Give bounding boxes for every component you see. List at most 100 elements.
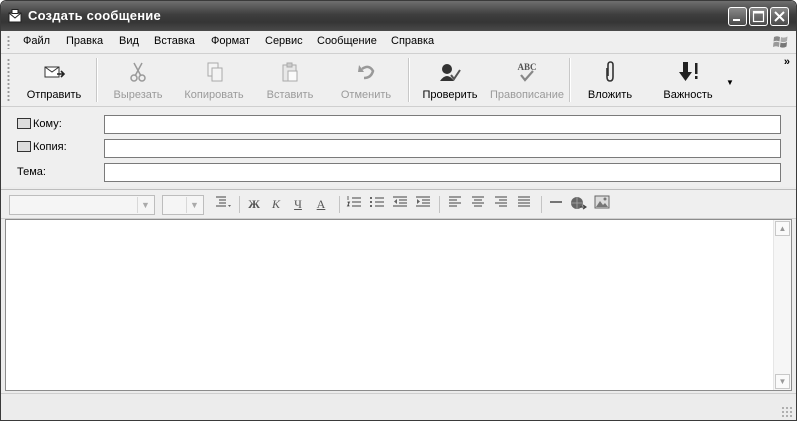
align-center-button[interactable]: [468, 195, 488, 213]
paste-button[interactable]: Вставить: [257, 54, 323, 106]
format-separator: [439, 196, 440, 213]
send-icon: [44, 66, 66, 78]
hyperlink-button[interactable]: [568, 195, 588, 213]
align-right-icon: [495, 196, 507, 207]
send-label: Отправить: [26, 89, 82, 101]
send-button[interactable]: Отправить: [15, 54, 93, 106]
decrease-indent-button[interactable]: [390, 195, 410, 213]
formatting-toolbar: ▼ ▼ Ж К Ч А: [1, 189, 796, 219]
decrease-indent-icon: [393, 196, 407, 207]
spelling-label: Правописание: [489, 89, 565, 101]
italic-button[interactable]: К: [266, 195, 286, 213]
underline-button[interactable]: Ч: [288, 195, 308, 213]
hyperlink-globe-icon: [571, 197, 588, 210]
close-icon: [774, 11, 785, 22]
vertical-scrollbar[interactable]: ▲ ▼: [773, 220, 791, 390]
paperclip-icon: [606, 61, 614, 82]
paragraph-style-icon: [216, 196, 231, 207]
attach-button[interactable]: Вложить: [577, 54, 643, 106]
copy-icon: [207, 62, 223, 82]
menu-format[interactable]: Формат: [211, 35, 250, 47]
format-separator: [541, 196, 542, 213]
cut-button[interactable]: Вырезать: [103, 54, 173, 106]
priority-icon: [679, 62, 698, 81]
undo-label: Отменить: [340, 89, 392, 101]
cut-label: Вырезать: [113, 89, 163, 101]
toolbar-overflow-chevron[interactable]: »: [784, 56, 790, 68]
cc-label-group[interactable]: Копия:: [17, 141, 67, 153]
menu-insert[interactable]: Вставка: [154, 35, 195, 47]
paragraph-style-button[interactable]: [213, 195, 233, 213]
font-size-select[interactable]: ▼: [162, 195, 204, 215]
format-separator: [339, 196, 340, 213]
undo-icon: [358, 65, 375, 80]
spelling-button[interactable]: ABC Правописание: [487, 54, 567, 106]
to-input[interactable]: [104, 115, 781, 134]
maximize-button[interactable]: [749, 7, 768, 26]
close-button[interactable]: [770, 7, 789, 26]
message-body-text[interactable]: [6, 220, 791, 228]
subject-input[interactable]: [104, 163, 781, 182]
svg-text:ABC: ABC: [517, 62, 536, 72]
font-family-select[interactable]: ▼: [9, 195, 155, 215]
align-center-icon: [472, 196, 484, 207]
picture-icon: [594, 195, 610, 209]
menu-view[interactable]: Вид: [119, 35, 139, 47]
scissors-icon: [130, 62, 146, 82]
priority-button[interactable]: Важность: [653, 54, 723, 106]
maximize-icon: [752, 10, 765, 23]
cc-input[interactable]: [104, 139, 781, 158]
undo-button[interactable]: Отменить: [333, 54, 399, 106]
address-fields: Кому: Копия: Тема:: [1, 107, 796, 187]
menu-bar: Файл Правка Вид Вставка Формат Сервис Со…: [1, 31, 796, 54]
toolbar-separator: [569, 58, 571, 102]
numbered-list-button[interactable]: [344, 195, 364, 213]
align-left-button[interactable]: [445, 195, 465, 213]
menu-edit[interactable]: Правка: [66, 35, 103, 47]
priority-label: Важность: [663, 89, 713, 101]
bold-button[interactable]: Ж: [244, 195, 264, 213]
toolbar-grip: [7, 58, 10, 102]
message-body[interactable]: ▲ ▼: [5, 219, 792, 391]
priority-dropdown-arrow[interactable]: ▼: [723, 78, 737, 88]
windows-logo-icon: [773, 36, 788, 48]
justify-button[interactable]: [514, 195, 534, 213]
window-title: Создать сообщение: [28, 8, 161, 23]
toolbar-separator: [96, 58, 98, 102]
numbered-list-icon: [346, 196, 361, 207]
scroll-up-icon[interactable]: ▲: [775, 221, 790, 236]
compose-window: Создать сообщение Файл Правка Вид Вставк…: [0, 0, 797, 421]
justify-icon: [518, 196, 530, 207]
chevron-down-icon: ▼: [137, 197, 153, 213]
check-names-label: Проверить: [422, 89, 478, 101]
to-label-group[interactable]: Кому:: [17, 118, 62, 130]
insert-picture-button[interactable]: [592, 195, 612, 213]
increase-indent-icon: [416, 196, 430, 207]
subject-label: Тема:: [17, 166, 46, 178]
title-bar: Создать сообщение: [1, 1, 796, 31]
minimize-button[interactable]: [728, 7, 747, 26]
check-names-button[interactable]: Проверить: [415, 54, 485, 106]
bullet-list-button[interactable]: [367, 195, 387, 213]
horizontal-line-button[interactable]: [546, 195, 566, 213]
bullet-list-icon: [370, 197, 384, 207]
format-separator: [239, 196, 240, 213]
address-book-icon: [17, 118, 31, 129]
copy-button[interactable]: Копировать: [177, 54, 251, 106]
check-names-icon: [440, 64, 461, 81]
scroll-down-icon[interactable]: ▼: [775, 374, 790, 389]
menu-tools[interactable]: Сервис: [265, 35, 303, 47]
menu-grip: [7, 35, 10, 49]
menu-help[interactable]: Справка: [391, 35, 434, 47]
resize-grip-icon[interactable]: [781, 406, 793, 418]
menu-file[interactable]: Файл: [23, 35, 50, 47]
new-message-icon: [8, 9, 22, 23]
menu-message[interactable]: Сообщение: [317, 35, 377, 47]
paste-icon: [282, 62, 298, 82]
increase-indent-button[interactable]: [413, 195, 433, 213]
font-color-button[interactable]: А: [311, 195, 331, 213]
align-right-button[interactable]: [491, 195, 511, 213]
chevron-down-icon: ▼: [186, 197, 202, 213]
main-toolbar: Отправить Вырезать Копировать Вставить О…: [1, 54, 796, 107]
paste-label: Вставить: [266, 89, 314, 101]
